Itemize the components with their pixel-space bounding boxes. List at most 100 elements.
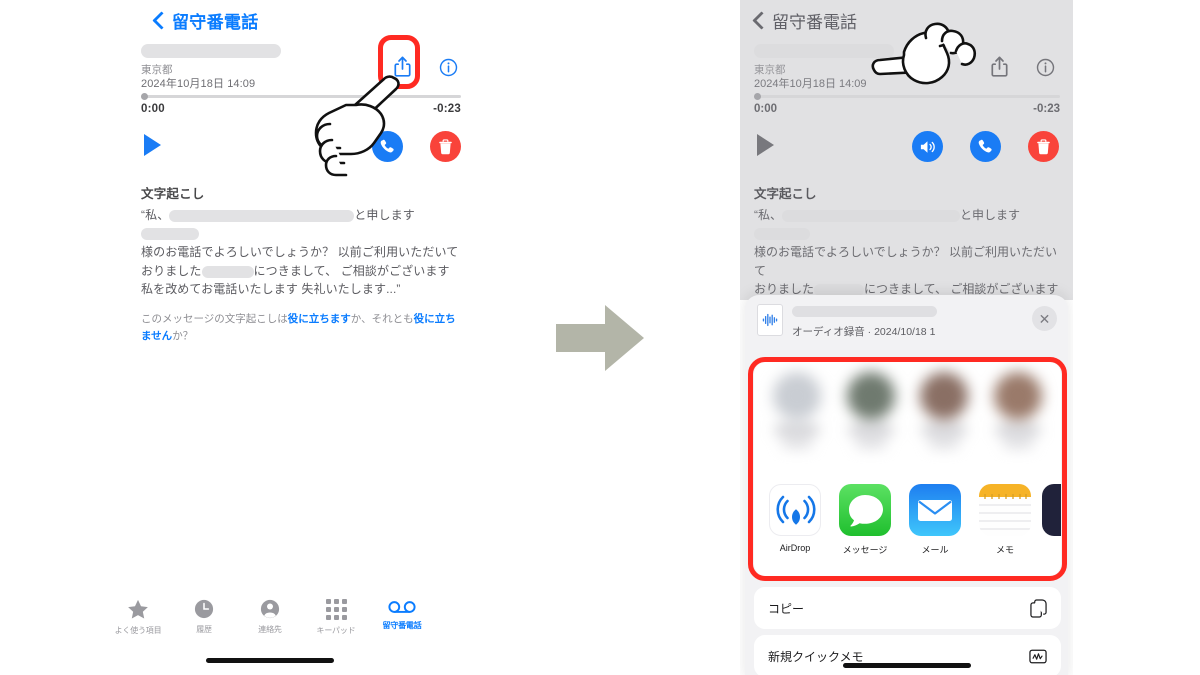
contact-suggestion[interactable]: [836, 372, 906, 447]
phone-icon: [380, 139, 394, 153]
delete-button-right[interactable]: [1028, 131, 1059, 162]
scrubber-handle[interactable]: [141, 93, 148, 100]
scrubber-times-right: 0:00 -0:23: [754, 103, 1060, 115]
share-app-messages[interactable]: メッセージ: [836, 484, 894, 556]
tab-contacts[interactable]: 連絡先: [237, 599, 303, 636]
voicemail-card-right: 東京都 2024年10月18日 14:09: [754, 44, 1060, 92]
scrubber-track-right[interactable]: [754, 93, 1060, 100]
contact-suggestion[interactable]: [910, 372, 980, 447]
tab-label-favorites: よく使う項目: [114, 626, 162, 635]
scrubber-times: 0:00 -0:23: [141, 103, 461, 115]
playback-scrubber-right[interactable]: 0:00 -0:23: [754, 93, 1060, 115]
info-button-right[interactable]: [1032, 54, 1058, 80]
share-app-label: メール: [921, 545, 949, 555]
contact-suggestion[interactable]: [983, 372, 1053, 447]
notes-icon: [979, 484, 1031, 536]
action-copy[interactable]: コピー: [754, 587, 1061, 629]
time-elapsed-right: 0:00: [754, 103, 778, 115]
suggested-contacts-row[interactable]: [754, 362, 1061, 472]
contact-name-blur: [774, 426, 819, 434]
tab-recents[interactable]: 履歴: [171, 599, 237, 636]
copy-icon: [1030, 598, 1047, 618]
transcript-title: 文字起こし: [141, 187, 205, 201]
share-app-label: メモ: [995, 545, 1014, 555]
info-circle-icon: [439, 58, 457, 76]
play-icon[interactable]: [757, 134, 774, 156]
tab-label-recents: 履歴: [196, 625, 212, 634]
avatar: [772, 372, 821, 420]
messages-glyph: [849, 495, 883, 527]
action-quick-note[interactable]: 新規クイックメモ: [754, 635, 1061, 675]
feedback-mid: か、それとも: [350, 312, 414, 325]
trash-icon: [439, 138, 452, 154]
left-screen: 留守番電話 東京都 2024年10月18日 14:09 0:00 -0:23 文…: [0, 0, 540, 675]
keypad-icon: [325, 599, 347, 620]
share-button-right[interactable]: [986, 54, 1012, 80]
time-remaining: -0:23: [433, 103, 461, 115]
tab-label-voicemail: 留守番電話: [382, 621, 422, 630]
feedback-helpful-link[interactable]: 役に立ちます: [288, 313, 351, 325]
voicemail-header-actions-right: [986, 54, 1058, 80]
feedback-post: か？: [172, 329, 194, 342]
callback-button-right[interactable]: [970, 131, 1001, 162]
contact-name-blur: [922, 426, 967, 434]
transcript-line3-b: につきまして、 ご相談がございます: [253, 263, 450, 278]
tab-favorites[interactable]: よく使う項目: [105, 599, 171, 636]
callback-button[interactable]: [372, 131, 403, 162]
transcript-body: “私、 と申します 様のお電話でよろしいでしょうか？ 以前ご利用いただいて おりま…: [141, 206, 461, 299]
transcript-line2-right: 様のお電話でよろしいでしょうか？ 以前ご利用いただいて: [754, 245, 1057, 278]
share-sheet-meta: オーディオ録音 · 2024/10/18 1: [792, 304, 937, 339]
clock-icon: [194, 599, 214, 619]
close-button[interactable]: ✕: [1032, 306, 1057, 331]
action-label: コピー: [768, 601, 805, 616]
mail-icon: [909, 484, 961, 536]
redacted-name-2: [141, 228, 199, 241]
info-button[interactable]: [435, 54, 461, 80]
delete-button[interactable]: [430, 131, 461, 162]
transcript-line1-a-right: “私、: [754, 208, 782, 222]
waveform-glyph: [762, 313, 778, 327]
tab-label-contacts: 連絡先: [258, 625, 282, 634]
time-elapsed: 0:00: [141, 103, 165, 115]
chevron-left-icon: [752, 10, 765, 31]
voicemail-icon: [388, 601, 416, 613]
contact-suggestion[interactable]: [762, 372, 832, 447]
caller-name-redacted: [141, 44, 281, 58]
right-arrow-icon: [556, 305, 644, 371]
playback-scrubber[interactable]: 0:00 -0:23: [141, 93, 461, 115]
share-app-notes[interactable]: メモ: [976, 484, 1034, 556]
avatar: [846, 372, 895, 420]
tab-bar: よく使う項目 履歴 連絡先 キーパッド 留守番電話: [0, 589, 540, 675]
chevron-left-icon: [152, 10, 165, 31]
share-button-highlight: [378, 35, 420, 89]
share-sheet-subtitle: オーディオ録音 · 2024/10/18 1: [792, 326, 936, 338]
redacted-item: [201, 265, 254, 278]
share-sheet-header: オーディオ録音 · 2024/10/18 1 ✕: [745, 295, 1068, 345]
transcript-line1-b-right: と申します: [960, 208, 1021, 222]
share-icon: [990, 56, 1008, 77]
speaker-button[interactable]: [912, 131, 943, 162]
page-title-right: 留守番電話: [772, 13, 857, 32]
contact-name-blur: [848, 426, 893, 434]
share-app-partial[interactable]: [1042, 484, 1061, 536]
transcript-section: 文字起こし “私、 と申します 様のお電話でよろしいでしょうか？ 以前ご利用いただ…: [141, 183, 461, 345]
avatar: [920, 372, 969, 420]
share-apps-row[interactable]: AirDrop メッセージ メール メモ: [754, 472, 1061, 576]
back-button[interactable]: 留守番電話: [152, 8, 259, 33]
play-icon[interactable]: [144, 134, 161, 156]
transcript-title-right: 文字起こし: [754, 187, 817, 201]
share-app-airdrop[interactable]: AirDrop: [766, 484, 824, 553]
transcript-feedback: このメッセージの文字起こしは役に立ちますか、それとも役に立ちませんか？: [141, 311, 461, 345]
page-title: 留守番電話: [172, 13, 259, 32]
tab-keypad[interactable]: キーパッド: [303, 599, 369, 636]
tab-label-keypad: キーパッド: [316, 626, 356, 635]
scrubber-track[interactable]: [141, 93, 461, 100]
right-screen: 留守番電話 東京都 2024年10月18日 14:09 0:00 -0:23 文…: [740, 0, 1073, 675]
share-app-mail[interactable]: メール: [906, 484, 964, 556]
speaker-wave-icon: [920, 140, 935, 153]
back-button-right[interactable]: 留守番電話: [752, 8, 857, 33]
time-remaining-right: -0:23: [1033, 103, 1060, 115]
tab-voicemail[interactable]: 留守番電話: [369, 599, 435, 636]
scrubber-handle-right[interactable]: [754, 93, 761, 100]
contact-name-blur: [996, 426, 1041, 434]
